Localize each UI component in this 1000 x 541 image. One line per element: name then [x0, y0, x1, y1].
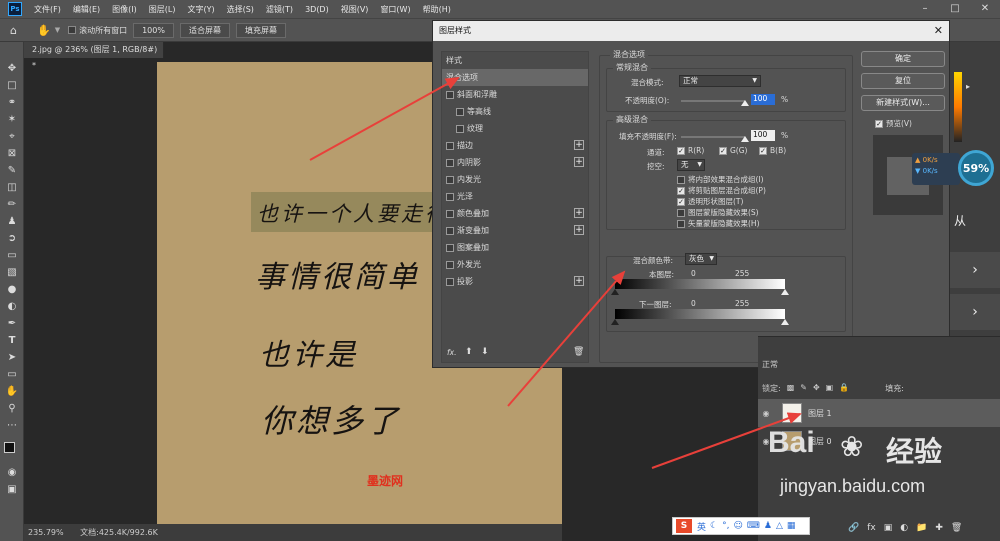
annotation-arrows: [309, 77, 802, 469]
arrow-to-this-layer: [507, 270, 626, 407]
arrow-to-blend-options: [309, 77, 460, 161]
arrow-to-layer-1: [651, 412, 802, 469]
